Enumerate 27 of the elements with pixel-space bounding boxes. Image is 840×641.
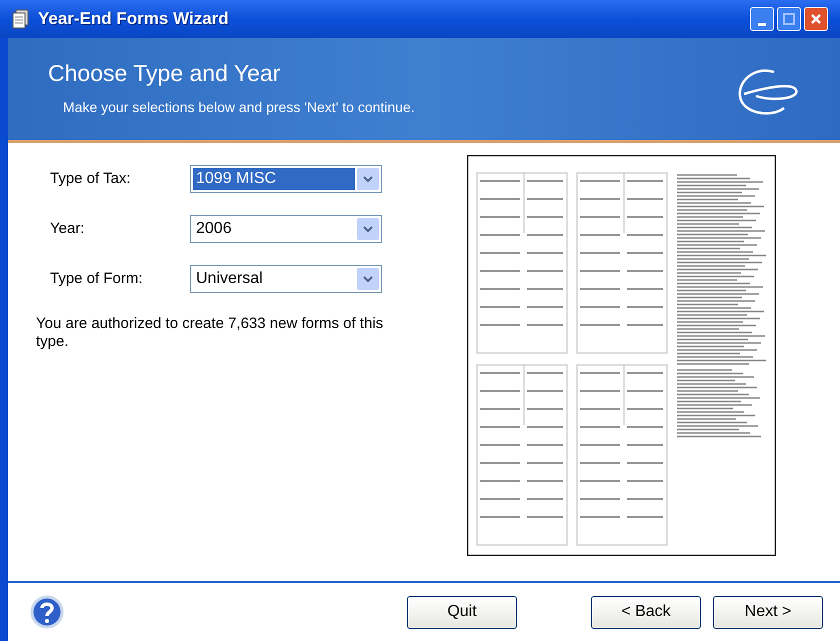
dropdown-arrow-button[interactable] — [357, 168, 379, 190]
close-icon — [810, 13, 822, 25]
minimize-icon — [758, 23, 766, 26]
page-title: Choose Type and Year — [48, 59, 282, 88]
document-icon — [12, 9, 30, 29]
window-title: Year-End Forms Wizard — [38, 8, 229, 30]
dropdown[interactable]: 2006 — [190, 215, 382, 243]
maximize-icon — [783, 13, 795, 25]
close-button[interactable] — [804, 7, 828, 31]
authorization-message: You are authorized to create 7,633 new forms of this type. — [36, 315, 384, 351]
chevron-down-icon — [363, 176, 373, 182]
page-subtitle: Make your selections below and press 'Next' to continue. — [62, 98, 415, 117]
quit-button[interactable]: Quit — [407, 596, 517, 628]
next-button[interactable]: Next > — [713, 596, 823, 628]
field-label: Type of Tax: — [50, 168, 132, 189]
help-icon — [30, 595, 64, 629]
minimize-button[interactable] — [750, 7, 774, 31]
dropdown[interactable]: Universal — [190, 265, 382, 293]
field-label: Year: — [50, 218, 86, 239]
maximize-button[interactable] — [777, 7, 801, 31]
dropdown-arrow-button[interactable] — [357, 218, 379, 240]
chevron-down-icon — [363, 226, 373, 232]
back-button[interactable]: < Back — [591, 596, 701, 628]
dropdown[interactable]: 1099 MISC — [190, 165, 382, 193]
chevron-down-icon — [363, 276, 373, 282]
dropdown-arrow-button[interactable] — [357, 268, 379, 290]
field-label: Type of Form: — [50, 268, 144, 289]
